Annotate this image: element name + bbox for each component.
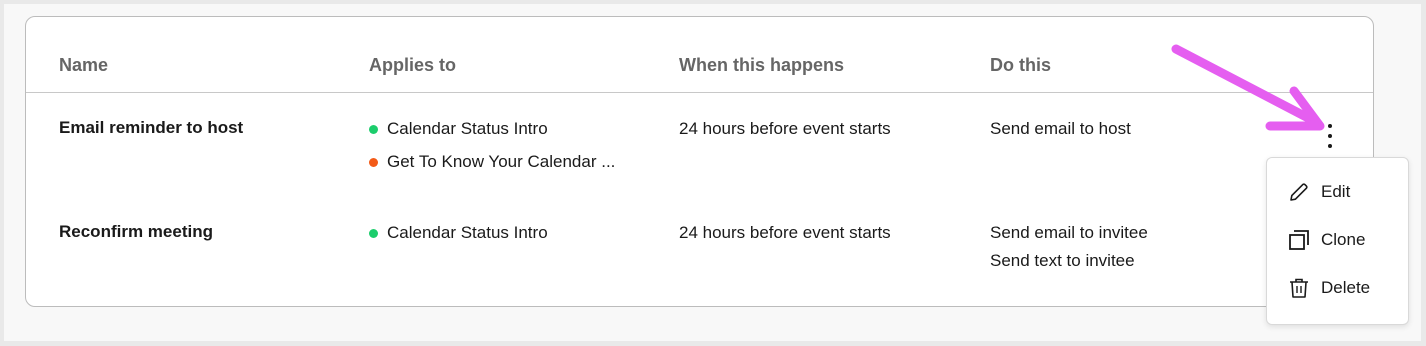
kebab-dot [1328, 124, 1332, 128]
event-type-label: Get To Know Your Calendar ... [387, 152, 616, 171]
pencil-icon [1290, 183, 1308, 201]
applies-to-item: Get To Know Your Calendar ... [369, 152, 615, 172]
trigger-text: 24 hours before event starts [679, 119, 891, 138]
column-header-name[interactable]: Name [59, 55, 108, 76]
event-type-label: Calendar Status Intro [387, 223, 548, 242]
actions-menu: Edit Clone Delete [1266, 157, 1409, 325]
column-header-applies-to[interactable]: Applies to [369, 55, 456, 76]
kebab-dot [1328, 134, 1332, 138]
applies-to-item: Calendar Status Intro [369, 119, 548, 139]
column-header-do-this[interactable]: Do this [990, 55, 1051, 76]
action-text: Send email to host [990, 119, 1131, 138]
column-header-when[interactable]: When this happens [679, 55, 844, 76]
copy-icon [1289, 230, 1309, 250]
action-text: Send text to invitee [990, 251, 1135, 270]
menu-item-label: Clone [1321, 230, 1366, 249]
workflow-name[interactable]: Email reminder to host [59, 118, 243, 138]
action-text: Send email to invitee [990, 223, 1148, 242]
event-type-label: Calendar Status Intro [387, 119, 548, 138]
pointer-arrow-icon [1171, 44, 1325, 131]
status-dot-icon [369, 228, 378, 238]
menu-item-edit[interactable]: Edit [1267, 170, 1408, 214]
status-dot-icon [369, 157, 378, 167]
status-dot-icon [369, 124, 378, 134]
menu-item-clone[interactable]: Clone [1267, 218, 1408, 262]
menu-item-label: Delete [1321, 278, 1371, 297]
trigger-text: 24 hours before event starts [679, 223, 891, 242]
menu-item-delete[interactable]: Delete [1267, 266, 1408, 310]
applies-to-item: Calendar Status Intro [369, 223, 548, 243]
more-vertical-icon[interactable] [1322, 124, 1338, 148]
trash-icon [1290, 278, 1308, 298]
menu-item-label: Edit [1321, 182, 1351, 201]
workflow-name[interactable]: Reconfirm meeting [59, 222, 213, 242]
kebab-dot [1328, 144, 1332, 148]
